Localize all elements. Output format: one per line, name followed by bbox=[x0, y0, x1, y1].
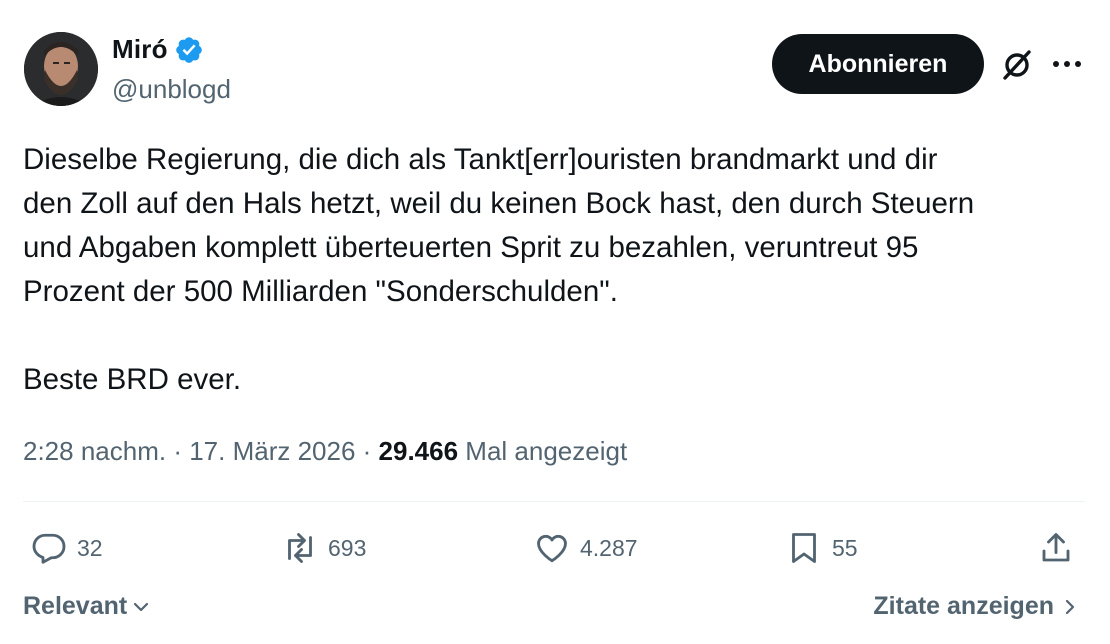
views-label: Mal angezeigt bbox=[465, 436, 628, 466]
follow-button[interactable]: Abonnieren bbox=[772, 34, 984, 94]
sort-label: Relevant bbox=[23, 592, 128, 620]
author-name[interactable]: Miró bbox=[112, 34, 168, 65]
bookmark-button[interactable]: 55 bbox=[786, 530, 858, 566]
bookmark-icon bbox=[792, 533, 816, 563]
share-icon bbox=[1042, 533, 1070, 562]
reply-button[interactable]: 32 bbox=[31, 530, 103, 566]
repost-button[interactable]: 693 bbox=[282, 530, 366, 566]
tweet-date[interactable]: 17. März 2026 bbox=[189, 436, 355, 466]
show-quotes-link[interactable]: Zitate anzeigen bbox=[873, 592, 1080, 621]
tweet-text: Dieselbe Regierung, die dich als Tankt[e… bbox=[23, 143, 975, 396]
avatar-image bbox=[24, 32, 98, 106]
bookmark-count: 55 bbox=[832, 534, 858, 561]
author-name-row[interactable]: Miró bbox=[112, 34, 204, 65]
repost-count: 693 bbox=[328, 534, 367, 561]
quotes-label: Zitate anzeigen bbox=[873, 592, 1054, 620]
chevron-down-icon bbox=[134, 602, 149, 611]
like-count: 4.287 bbox=[580, 534, 638, 561]
chevron-right-icon bbox=[1065, 599, 1075, 614]
more-dots-icon[interactable] bbox=[1052, 54, 1082, 74]
heart-icon bbox=[537, 534, 567, 563]
share-button[interactable] bbox=[1038, 530, 1074, 566]
divider bbox=[23, 501, 1085, 502]
meta-separator: · bbox=[355, 436, 379, 466]
reply-icon bbox=[32, 533, 66, 564]
views-count: 29.466 bbox=[378, 436, 459, 466]
tweet-meta: 2:28 nachm. · 17. März 2026 · 29.466 Mal… bbox=[23, 436, 627, 467]
like-button[interactable]: 4.287 bbox=[534, 530, 638, 566]
tweet-time[interactable]: 2:28 nachm. bbox=[23, 436, 166, 466]
repost-icon bbox=[288, 533, 312, 563]
reply-count: 32 bbox=[77, 534, 103, 561]
meta-separator: · bbox=[166, 436, 190, 466]
verified-badge-icon bbox=[175, 36, 202, 63]
grok-icon[interactable] bbox=[1000, 48, 1034, 82]
avatar[interactable] bbox=[24, 32, 98, 106]
sort-relevant-dropdown[interactable]: Relevant bbox=[23, 592, 151, 621]
author-handle[interactable]: @unblogd bbox=[112, 74, 231, 105]
